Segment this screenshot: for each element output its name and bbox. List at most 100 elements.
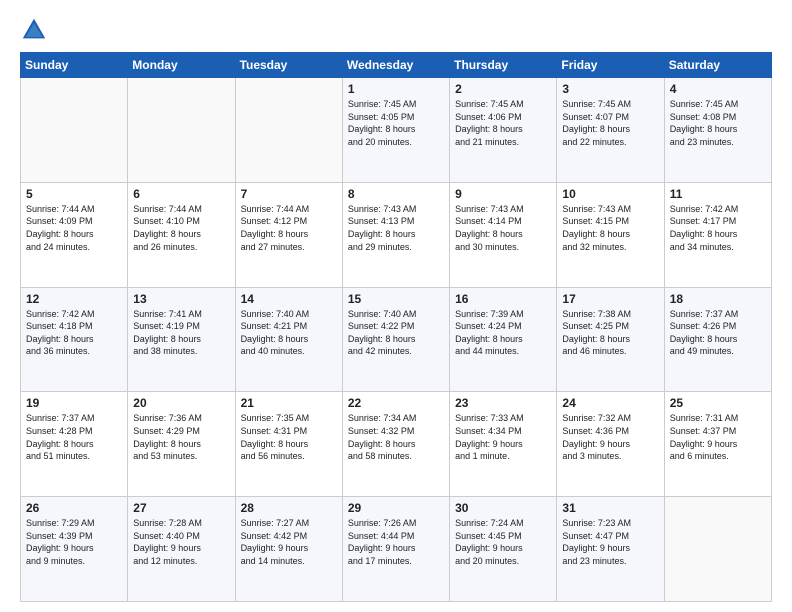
- day-number: 31: [562, 501, 658, 515]
- day-cell: 22 Sunrise: 7:34 AM Sunset: 4:32 PM Dayli…: [342, 392, 449, 497]
- day-cell: 5 Sunrise: 7:44 AM Sunset: 4:09 PM Daylig…: [21, 182, 128, 287]
- week-row-1: 5 Sunrise: 7:44 AM Sunset: 4:09 PM Daylig…: [21, 182, 772, 287]
- day-cell: 7Sunrise: 7:44 AM Sunset: 4:12 PM Daylig…: [235, 182, 342, 287]
- day-info: Sunrise: 7:40 AM Sunset: 4:22 PM Dayligh…: [348, 308, 444, 358]
- days-of-week-row: SundayMondayTuesdayWednesdayThursdayFrid…: [21, 53, 772, 78]
- day-info: Sunrise: 7:39 AM Sunset: 4:24 PM Dayligh…: [455, 308, 551, 358]
- day-info: Sunrise: 7:42 AM Sunset: 4:17 PM Dayligh…: [670, 203, 766, 253]
- day-number: 10: [562, 187, 658, 201]
- day-info: Sunrise: 7:45 AM Sunset: 4:08 PM Dayligh…: [670, 98, 766, 148]
- day-cell: 14 Sunrise: 7:40 AM Sunset: 4:21 PM Dayli…: [235, 287, 342, 392]
- day-number: 25: [670, 396, 766, 410]
- day-info: Sunrise: 7:27 AM Sunset: 4:42 PM Dayligh…: [241, 517, 337, 567]
- day-number: 2: [455, 82, 551, 96]
- day-number: 19: [26, 396, 122, 410]
- day-number: 1: [348, 82, 444, 96]
- header: [20, 16, 772, 44]
- logo-icon: [20, 16, 48, 44]
- week-row-0: 1 Sunrise: 7:45 AM Sunset: 4:05 PM Daylig…: [21, 78, 772, 183]
- logo: [20, 16, 52, 44]
- day-number: 22: [348, 396, 444, 410]
- day-info: Sunrise: 7:23 AM Sunset: 4:47 PM Dayligh…: [562, 517, 658, 567]
- day-info: Sunrise: 7:44 AM Sunset: 4:09 PM Dayligh…: [26, 203, 122, 253]
- day-cell: 6 Sunrise: 7:44 AM Sunset: 4:10 PM Daylig…: [128, 182, 235, 287]
- day-number: 12: [26, 292, 122, 306]
- day-cell: 18 Sunrise: 7:37 AM Sunset: 4:26 PM Dayli…: [664, 287, 771, 392]
- day-cell: 21 Sunrise: 7:35 AM Sunset: 4:31 PM Dayli…: [235, 392, 342, 497]
- dow-monday: Monday: [128, 53, 235, 78]
- day-cell: 12 Sunrise: 7:42 AM Sunset: 4:18 PM Dayli…: [21, 287, 128, 392]
- day-info: Sunrise: 7:45 AM Sunset: 4:06 PM Dayligh…: [455, 98, 551, 148]
- day-info: Sunrise: 7:37 AM Sunset: 4:28 PM Dayligh…: [26, 412, 122, 462]
- day-info: Sunrise: 7:31 AM Sunset: 4:37 PM Dayligh…: [670, 412, 766, 462]
- day-cell: 17 Sunrise: 7:38 AM Sunset: 4:25 PM Dayli…: [557, 287, 664, 392]
- day-number: 16: [455, 292, 551, 306]
- week-row-4: 26Sunrise: 7:29 AM Sunset: 4:39 PM Dayli…: [21, 497, 772, 602]
- day-number: 29: [348, 501, 444, 515]
- calendar-body: 1 Sunrise: 7:45 AM Sunset: 4:05 PM Daylig…: [21, 78, 772, 602]
- day-info: Sunrise: 7:44 AM Sunset: 4:10 PM Dayligh…: [133, 203, 229, 253]
- day-cell: 13 Sunrise: 7:41 AM Sunset: 4:19 PM Dayli…: [128, 287, 235, 392]
- day-number: 5: [26, 187, 122, 201]
- day-number: 6: [133, 187, 229, 201]
- day-cell: [664, 497, 771, 602]
- day-number: 11: [670, 187, 766, 201]
- day-number: 13: [133, 292, 229, 306]
- day-info: Sunrise: 7:43 AM Sunset: 4:13 PM Dayligh…: [348, 203, 444, 253]
- day-number: 15: [348, 292, 444, 306]
- day-info: Sunrise: 7:28 AM Sunset: 4:40 PM Dayligh…: [133, 517, 229, 567]
- day-number: 28: [241, 501, 337, 515]
- day-cell: 29 Sunrise: 7:26 AM Sunset: 4:44 PM Dayli…: [342, 497, 449, 602]
- day-cell: 20Sunrise: 7:36 AM Sunset: 4:29 PM Dayli…: [128, 392, 235, 497]
- day-cell: 28 Sunrise: 7:27 AM Sunset: 4:42 PM Dayli…: [235, 497, 342, 602]
- day-info: Sunrise: 7:24 AM Sunset: 4:45 PM Dayligh…: [455, 517, 551, 567]
- day-cell: 16 Sunrise: 7:39 AM Sunset: 4:24 PM Dayli…: [450, 287, 557, 392]
- day-info: Sunrise: 7:29 AM Sunset: 4:39 PM Dayligh…: [26, 517, 122, 567]
- day-number: 23: [455, 396, 551, 410]
- day-number: 18: [670, 292, 766, 306]
- day-cell: 9Sunrise: 7:43 AM Sunset: 4:14 PM Daylig…: [450, 182, 557, 287]
- week-row-2: 12 Sunrise: 7:42 AM Sunset: 4:18 PM Dayli…: [21, 287, 772, 392]
- day-info: Sunrise: 7:40 AM Sunset: 4:21 PM Dayligh…: [241, 308, 337, 358]
- day-cell: 31 Sunrise: 7:23 AM Sunset: 4:47 PM Dayli…: [557, 497, 664, 602]
- page: SundayMondayTuesdayWednesdayThursdayFrid…: [0, 0, 792, 612]
- day-cell: 24 Sunrise: 7:32 AM Sunset: 4:36 PM Dayli…: [557, 392, 664, 497]
- day-cell: [128, 78, 235, 183]
- day-info: Sunrise: 7:41 AM Sunset: 4:19 PM Dayligh…: [133, 308, 229, 358]
- day-number: 17: [562, 292, 658, 306]
- dow-saturday: Saturday: [664, 53, 771, 78]
- dow-friday: Friday: [557, 53, 664, 78]
- day-info: Sunrise: 7:45 AM Sunset: 4:05 PM Dayligh…: [348, 98, 444, 148]
- day-cell: 15 Sunrise: 7:40 AM Sunset: 4:22 PM Dayli…: [342, 287, 449, 392]
- day-info: Sunrise: 7:42 AM Sunset: 4:18 PM Dayligh…: [26, 308, 122, 358]
- day-info: Sunrise: 7:43 AM Sunset: 4:15 PM Dayligh…: [562, 203, 658, 253]
- day-info: Sunrise: 7:26 AM Sunset: 4:44 PM Dayligh…: [348, 517, 444, 567]
- day-info: Sunrise: 7:38 AM Sunset: 4:25 PM Dayligh…: [562, 308, 658, 358]
- day-number: 14: [241, 292, 337, 306]
- dow-thursday: Thursday: [450, 53, 557, 78]
- day-cell: 25 Sunrise: 7:31 AM Sunset: 4:37 PM Dayli…: [664, 392, 771, 497]
- day-cell: 23Sunrise: 7:33 AM Sunset: 4:34 PM Dayli…: [450, 392, 557, 497]
- day-info: Sunrise: 7:37 AM Sunset: 4:26 PM Dayligh…: [670, 308, 766, 358]
- day-info: Sunrise: 7:43 AM Sunset: 4:14 PM Dayligh…: [455, 203, 551, 253]
- day-cell: [21, 78, 128, 183]
- day-number: 21: [241, 396, 337, 410]
- day-cell: 2 Sunrise: 7:45 AM Sunset: 4:06 PM Daylig…: [450, 78, 557, 183]
- day-cell: 4Sunrise: 7:45 AM Sunset: 4:08 PM Daylig…: [664, 78, 771, 183]
- day-info: Sunrise: 7:36 AM Sunset: 4:29 PM Dayligh…: [133, 412, 229, 462]
- day-cell: 10 Sunrise: 7:43 AM Sunset: 4:15 PM Dayli…: [557, 182, 664, 287]
- day-cell: 3 Sunrise: 7:45 AM Sunset: 4:07 PM Daylig…: [557, 78, 664, 183]
- day-cell: 1 Sunrise: 7:45 AM Sunset: 4:05 PM Daylig…: [342, 78, 449, 183]
- day-number: 24: [562, 396, 658, 410]
- day-info: Sunrise: 7:34 AM Sunset: 4:32 PM Dayligh…: [348, 412, 444, 462]
- dow-sunday: Sunday: [21, 53, 128, 78]
- week-row-3: 19 Sunrise: 7:37 AM Sunset: 4:28 PM Dayli…: [21, 392, 772, 497]
- day-number: 3: [562, 82, 658, 96]
- day-cell: 27Sunrise: 7:28 AM Sunset: 4:40 PM Dayli…: [128, 497, 235, 602]
- day-info: Sunrise: 7:45 AM Sunset: 4:07 PM Dayligh…: [562, 98, 658, 148]
- day-number: 8: [348, 187, 444, 201]
- day-info: Sunrise: 7:35 AM Sunset: 4:31 PM Dayligh…: [241, 412, 337, 462]
- day-info: Sunrise: 7:32 AM Sunset: 4:36 PM Dayligh…: [562, 412, 658, 462]
- calendar-header: SundayMondayTuesdayWednesdayThursdayFrid…: [21, 53, 772, 78]
- day-cell: 30Sunrise: 7:24 AM Sunset: 4:45 PM Dayli…: [450, 497, 557, 602]
